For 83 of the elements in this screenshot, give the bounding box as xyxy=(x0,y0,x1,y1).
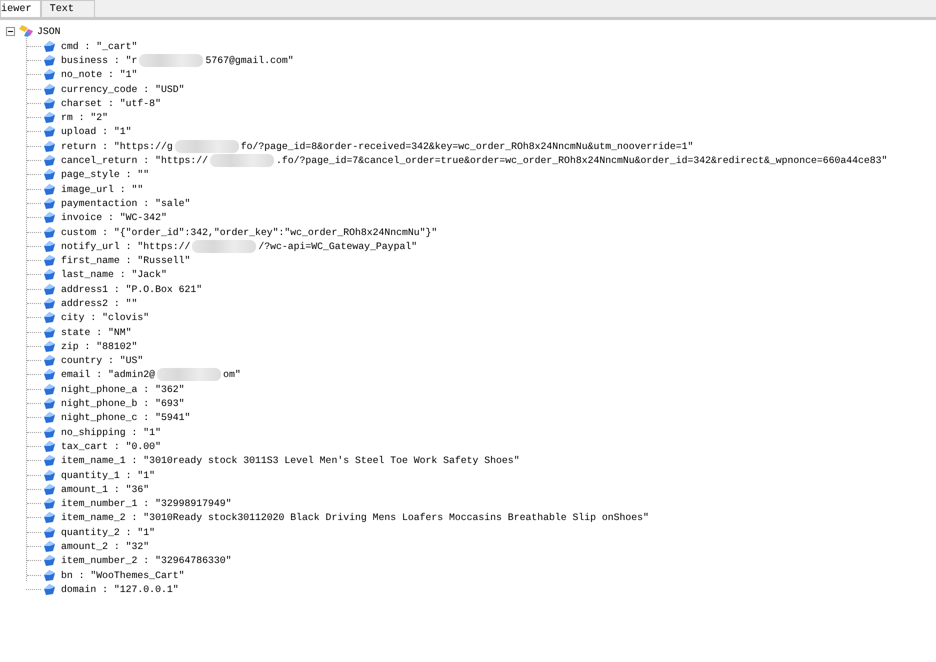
object-icon xyxy=(17,24,35,38)
value-icon xyxy=(43,196,56,210)
tree-item[interactable]: address1 : "P.O.Box 621" xyxy=(61,284,202,295)
tree-item[interactable]: bn : "WooThemes_Cart" xyxy=(61,570,184,581)
tab[interactable]: iewer xyxy=(0,0,41,17)
tree-item[interactable]: night_phone_c : "5941" xyxy=(61,412,190,424)
tree-item[interactable]: zip : "88102" xyxy=(61,340,138,352)
tree-item[interactable]: business : "r 5767@gmail.com" xyxy=(61,54,294,67)
value-icon xyxy=(43,382,56,396)
value-icon xyxy=(43,411,56,424)
value-icon xyxy=(43,54,56,67)
value-icon xyxy=(43,368,56,382)
value-icon xyxy=(43,182,56,196)
tree-item[interactable]: address2 : "" xyxy=(61,298,138,309)
value-icon xyxy=(43,311,56,324)
tree-item[interactable]: amount_1 : "36" xyxy=(61,484,150,495)
tree-item[interactable]: domain : "127.0.0.1" xyxy=(61,584,179,595)
value-icon xyxy=(43,140,56,153)
tree-item[interactable]: last_name : "Jack" xyxy=(61,269,167,280)
tree-item[interactable]: image_url : "" xyxy=(61,184,144,195)
value-icon xyxy=(43,511,56,524)
value-icon xyxy=(43,125,56,138)
tree-item[interactable]: item_number_2 : "32964786330" xyxy=(61,555,232,566)
value-icon xyxy=(43,211,56,224)
tree-item[interactable]: invoice : "WC-342" xyxy=(61,212,167,224)
tree-item[interactable]: city : "clovis" xyxy=(61,312,150,324)
tree-item[interactable]: quantity_1 : "1" xyxy=(61,470,156,481)
value-icon xyxy=(43,111,56,124)
value-icon xyxy=(43,282,56,296)
tree-item[interactable]: amount_2 : "32" xyxy=(61,541,150,552)
tab[interactable]: Text xyxy=(40,0,96,17)
tree-item[interactable]: night_phone_b : "693" xyxy=(61,398,184,410)
value-icon xyxy=(43,82,56,96)
value-icon xyxy=(43,540,56,554)
value-icon xyxy=(43,226,56,238)
value-icon xyxy=(43,296,56,310)
value-icon xyxy=(43,154,56,168)
tree-item[interactable]: tax_cart : "0.00" xyxy=(61,440,161,452)
tree-item[interactable]: return : "https://g fo/?page_id=8&order-received=342&key=wc_order_ROh8x24NncmNu&utm_nooverride=1" xyxy=(61,140,694,153)
tree-item[interactable]: custom : "{"order_id":342,"order_key":"wc_order_ROh8x24NncmNu"}" xyxy=(61,226,438,238)
tree-item[interactable]: cancel_return : "https:// .fo/?page_id=7&cancel_order=true&order=wc_order_ROh8x24NncmNu&order_id=342&redirect&_wpnonce=660a44ce83" xyxy=(61,154,888,168)
tree-item[interactable]: rm : "2" xyxy=(61,112,108,124)
tree-node-label[interactable]: JSON xyxy=(37,26,61,36)
value-icon xyxy=(43,340,56,353)
tree-item[interactable]: currency_code : "USD" xyxy=(61,84,184,95)
tree-item[interactable]: item_number_1 : "32998917949" xyxy=(61,498,232,510)
tree-item[interactable]: no_shipping : "1" xyxy=(61,426,161,438)
value-icon xyxy=(43,68,56,82)
value-icon xyxy=(43,268,56,282)
value-icon xyxy=(43,240,56,253)
collapse-icon[interactable] xyxy=(6,26,15,36)
value-icon xyxy=(43,168,56,182)
tree-item[interactable]: notify_url : "https:// /?wc-api=WC_Gateway_Paypal" xyxy=(61,240,418,253)
tree-item[interactable]: upload : "1" xyxy=(61,126,132,138)
value-icon xyxy=(43,554,56,568)
value-icon xyxy=(43,440,56,453)
tree-item[interactable]: item_name_1 : "3010ready stock 3011S3 Level Men's Steel Toe Work Safety Shoes" xyxy=(61,455,520,466)
tree-item[interactable]: first_name : "Russell" xyxy=(61,255,190,266)
value-icon xyxy=(43,40,56,53)
value-icon xyxy=(43,397,56,410)
value-icon xyxy=(43,482,56,496)
tree-item[interactable]: paymentaction : "sale" xyxy=(61,198,190,209)
tree-item[interactable]: item_name_2 : "3010Ready stock30112020 Black Driving Mens Loafers Moccasins Breathable Slip onShoes" xyxy=(61,512,649,524)
value-icon xyxy=(43,454,56,468)
tree-item[interactable]: no_note : "1" xyxy=(61,69,138,80)
tree-item[interactable]: quantity_2 : "1" xyxy=(61,526,156,538)
tree-item[interactable]: country : "US" xyxy=(61,355,144,366)
tree-item[interactable]: cmd : "_cart" xyxy=(61,40,138,52)
value-icon xyxy=(43,96,56,110)
tree-item[interactable]: email : "admin2@ om" xyxy=(61,368,241,382)
value-icon xyxy=(43,426,56,439)
tree-item[interactable]: page_style : "" xyxy=(61,169,150,180)
tree-item[interactable]: charset : "utf-8" xyxy=(61,98,161,109)
value-icon xyxy=(43,326,56,339)
value-icon xyxy=(43,254,56,268)
value-icon xyxy=(43,526,56,539)
value-icon xyxy=(43,582,56,596)
value-icon xyxy=(43,468,56,482)
value-icon xyxy=(43,568,56,582)
value-icon xyxy=(43,497,56,510)
tree-item[interactable]: night_phone_a : "362" xyxy=(61,384,184,395)
tree-item[interactable]: state : "NM" xyxy=(61,326,132,338)
value-icon xyxy=(43,354,56,368)
